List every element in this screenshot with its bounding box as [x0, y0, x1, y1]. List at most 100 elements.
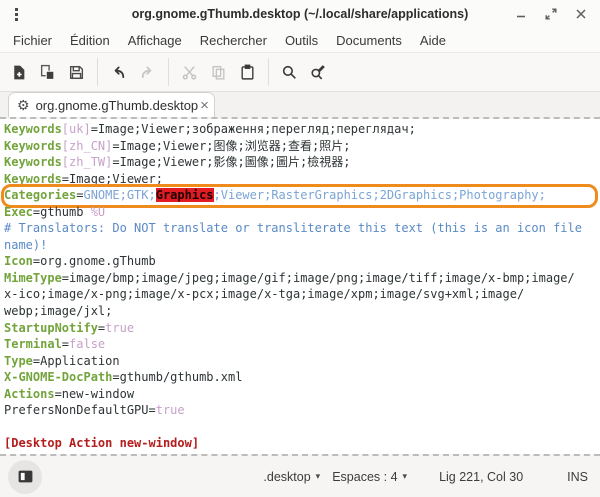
search-replace-button[interactable]: [304, 57, 333, 87]
tab-bar: ⚙ org.gnome.gThumb.desktop ×: [0, 92, 600, 119]
open-document-button[interactable]: [33, 57, 62, 87]
restore-button[interactable]: [540, 3, 562, 25]
code-segment: =: [62, 337, 69, 351]
code-segment: %U: [91, 205, 105, 219]
code-segment: =new-window: [55, 387, 134, 401]
paste-button[interactable]: [233, 57, 262, 87]
search-button[interactable]: [275, 57, 304, 87]
editor[interactable]: Keywords[uk]=Image;Viewer;зображення;пер…: [0, 119, 600, 454]
code-segment: false: [69, 337, 105, 351]
code-segment: # Translators: Do NOT translate or trans…: [4, 221, 582, 235]
code-segment: x-ico;image/x-png;image/x-pcx;image/x-tg…: [4, 287, 524, 301]
code-segment: ;Viewer;RasterGraphics;2DGraphics;Photog…: [214, 188, 546, 202]
close-button[interactable]: [570, 3, 592, 25]
editor-line: Keywords[zh_TW]=Image;Viewer;影像;圖像;圖片;檢視…: [4, 154, 600, 171]
chevron-down-icon: ▾: [403, 471, 408, 482]
menubar: Fichier Édition Affichage Rechercher Out…: [0, 28, 600, 52]
toolbar-separator: [168, 58, 169, 86]
editor-line: Categories=GNOME;GTK;Graphics;Viewer;Ras…: [4, 187, 600, 204]
code-segment: webp;image/jxl;: [4, 304, 112, 318]
side-panel-icon: [17, 468, 34, 485]
editor-line: Type=Application: [4, 353, 600, 370]
code-segment: Keywords: [4, 139, 62, 153]
code-segment: GNOME;GTK;: [83, 188, 155, 202]
menu-fichier[interactable]: Fichier: [4, 30, 61, 51]
code-segment: [Desktop Action new-window]: [4, 436, 199, 450]
copy-button[interactable]: [204, 57, 233, 87]
cut-button[interactable]: [175, 57, 204, 87]
code-segment: Categories: [4, 188, 76, 202]
code-segment: =org.gnome.gThumb: [33, 254, 156, 268]
code-segment: Keywords: [4, 172, 62, 186]
code-segment: name)!: [4, 238, 47, 252]
editor-line: StartupNotify=true: [4, 320, 600, 337]
editor-line: Keywords=Image;Viewer;: [4, 171, 600, 188]
code-segment: true: [105, 321, 134, 335]
statusbar-right: .desktop ▾ Espaces : 4 ▾ Lig 221, Col 30…: [257, 466, 590, 488]
kebab-menu-icon: [15, 8, 18, 21]
tab-org-gnome-gthumb-desktop[interactable]: ⚙ org.gnome.gThumb.desktop ×: [8, 92, 215, 117]
code-segment: Terminal: [4, 337, 62, 351]
editor-line: name)!: [4, 237, 600, 254]
editor-line: Keywords[uk]=Image;Viewer;зображення;пер…: [4, 121, 600, 138]
code-segment: =Application: [33, 354, 120, 368]
save-button[interactable]: [62, 57, 91, 87]
cursor-position: Lig 221, Col 30: [439, 470, 523, 484]
filetype-dropdown[interactable]: .desktop ▾: [257, 466, 326, 488]
gear-icon: ⚙: [17, 98, 30, 112]
editor-line: X-GNOME-DocPath=gthumb/gthumb.xml: [4, 369, 600, 386]
new-document-button[interactable]: [4, 57, 33, 87]
search-match-highlight: Graphics: [156, 188, 214, 202]
cut-scissors-icon: [181, 64, 198, 81]
search-magnifier-icon: [281, 64, 298, 81]
side-panel-toggle-button[interactable]: [8, 460, 42, 494]
editor-line: Exec=gthumb %U: [4, 204, 600, 221]
editor-line: PrefersNonDefaultGPU=true: [4, 402, 600, 419]
code-segment: Exec: [4, 205, 33, 219]
editor-line: [4, 419, 600, 436]
editor-line: Icon=org.gnome.gThumb: [4, 253, 600, 270]
editor-line: Actions=new-window: [4, 386, 600, 403]
undo-button[interactable]: [104, 57, 133, 87]
code-segment: =Image;Viewer;: [62, 172, 163, 186]
menu-documents[interactable]: Documents: [327, 30, 411, 51]
code-segment: [zh_CN]: [62, 139, 113, 153]
editor-line: x-ico;image/x-png;image/x-pcx;image/x-tg…: [4, 286, 600, 303]
code-segment: =Image;Viewer;影像;圖像;圖片;檢視器;: [112, 155, 350, 169]
tab-close-icon[interactable]: ×: [198, 98, 211, 113]
redo-button[interactable]: [133, 57, 162, 87]
open-document-icon: [39, 64, 56, 81]
redo-icon: [139, 64, 156, 81]
menu-aide[interactable]: Aide: [411, 30, 455, 51]
editor-line: webp;image/jxl;: [4, 303, 600, 320]
editor-line: Terminal=false: [4, 336, 600, 353]
toolbar: [0, 52, 600, 92]
code-segment: true: [156, 403, 185, 417]
menu-rechercher[interactable]: Rechercher: [191, 30, 276, 51]
new-document-icon: [10, 64, 27, 81]
input-mode-indicator: INS: [567, 470, 588, 484]
code-segment: Keywords: [4, 155, 62, 169]
code-segment: Keywords: [4, 122, 62, 136]
tab-width-dropdown[interactable]: Espaces : 4 ▾: [326, 466, 413, 488]
code-segment: =gthumb/gthumb.xml: [112, 370, 242, 384]
window-menu-button[interactable]: [4, 4, 28, 24]
menu-affichage[interactable]: Affichage: [119, 30, 191, 51]
code-segment: =image/bmp;image/jpeg;image/gif;image/pn…: [62, 271, 575, 285]
minimize-button[interactable]: [510, 3, 532, 25]
search-replace-icon: [310, 64, 327, 81]
editor-line: [Desktop Action new-window]: [4, 435, 600, 452]
editor-line: Keywords[zh_CN]=Image;Viewer;图像;浏览器;查看;照…: [4, 138, 600, 155]
editor-window: org.gnome.gThumb.desktop (~/.local/share…: [0, 0, 600, 497]
menu-outils[interactable]: Outils: [276, 30, 327, 51]
code-segment: =gthumb: [33, 205, 91, 219]
editor-line: # Translators: Do NOT translate or trans…: [4, 220, 600, 237]
copy-icon: [210, 64, 227, 81]
code-segment: MimeType: [4, 271, 62, 285]
paste-clipboard-icon: [239, 64, 256, 81]
menu-edition[interactable]: Édition: [61, 30, 119, 51]
code-segment: X-GNOME-DocPath: [4, 370, 112, 384]
chevron-down-icon: ▾: [316, 471, 321, 482]
editor-line: MimeType=image/bmp;image/jpeg;image/gif;…: [4, 270, 600, 287]
code-segment: StartupNotify: [4, 321, 98, 335]
